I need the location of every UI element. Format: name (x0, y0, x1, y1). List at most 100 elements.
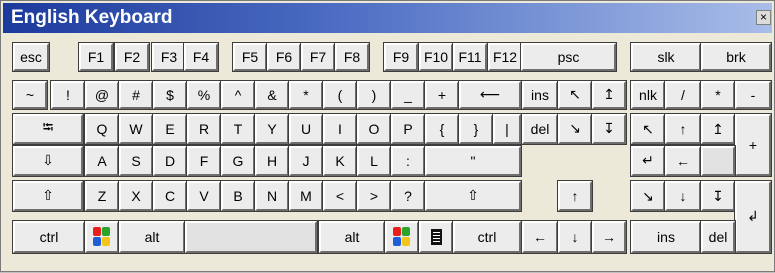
key-num5[interactable] (700, 145, 736, 177)
key-lwin[interactable] (84, 220, 120, 254)
key-up[interactable]: ↑ (557, 180, 593, 212)
key-f[interactable]: F (186, 145, 222, 177)
key-f11[interactable]: F11 (452, 42, 488, 72)
key-f1[interactable]: F1 (78, 42, 114, 72)
key-slk[interactable]: slk (630, 42, 702, 72)
key-u[interactable]: U (288, 113, 324, 145)
key-percent[interactable]: % (186, 80, 222, 110)
key-end[interactable]: ↘ (557, 113, 593, 145)
key-lctrl[interactable]: ctrl (12, 220, 86, 254)
key-plus[interactable]: + (424, 80, 460, 110)
key-f8[interactable]: F8 (334, 42, 370, 72)
key-left[interactable]: ← (521, 220, 559, 254)
key-j[interactable]: J (288, 145, 324, 177)
key-f10[interactable]: F10 (418, 42, 454, 72)
key-num8[interactable]: ↑ (664, 113, 702, 145)
key-num4[interactable]: ← (664, 145, 702, 177)
key-at[interactable]: @ (84, 80, 120, 110)
key-pgdn[interactable]: ↧ (591, 113, 627, 145)
key-f5[interactable]: F5 (232, 42, 268, 72)
key-num-enter[interactable]: ↲ (734, 180, 772, 254)
key-f6[interactable]: F6 (266, 42, 302, 72)
key-t[interactable]: T (220, 113, 256, 145)
key-gt[interactable]: > (356, 180, 392, 212)
key-exclaim[interactable]: ! (50, 80, 86, 110)
key-space[interactable] (184, 220, 318, 254)
key-num-multiply[interactable]: * (700, 80, 736, 110)
key-question[interactable]: ? (390, 180, 426, 212)
key-enter[interactable]: ↵ (630, 145, 666, 177)
key-pipe[interactable]: | (492, 113, 522, 145)
key-lparen[interactable]: ( (322, 80, 358, 110)
key-lalt[interactable]: alt (118, 220, 186, 254)
key-p[interactable]: P (390, 113, 426, 145)
key-caps[interactable]: ⇩ (12, 145, 84, 177)
key-tilde[interactable]: ~ (12, 80, 48, 110)
key-esc[interactable]: esc (12, 42, 50, 72)
key-lshift[interactable]: ⇧ (12, 180, 84, 212)
key-f9[interactable]: F9 (383, 42, 419, 72)
key-backspace[interactable]: ⟵ (458, 80, 522, 110)
key-q[interactable]: Q (84, 113, 120, 145)
key-menu[interactable] (418, 220, 454, 254)
key-lt[interactable]: < (322, 180, 358, 212)
key-num-divide[interactable]: / (664, 80, 702, 110)
key-rwin[interactable] (384, 220, 420, 254)
key-w[interactable]: W (118, 113, 154, 145)
key-o[interactable]: O (356, 113, 392, 145)
key-f3[interactable]: F3 (151, 42, 187, 72)
key-l[interactable]: L (356, 145, 392, 177)
key-x[interactable]: X (118, 180, 154, 212)
key-f7[interactable]: F7 (300, 42, 336, 72)
key-k[interactable]: K (322, 145, 358, 177)
key-num0[interactable]: ins (630, 220, 702, 254)
key-h[interactable]: H (254, 145, 290, 177)
key-num2[interactable]: ↓ (664, 180, 702, 212)
key-rparen[interactable]: ) (356, 80, 392, 110)
key-ins[interactable]: ins (521, 80, 559, 110)
key-num3[interactable]: ↧ (700, 180, 736, 212)
key-g[interactable]: G (220, 145, 256, 177)
key-n[interactable]: N (254, 180, 290, 212)
key-caret[interactable]: ^ (220, 80, 256, 110)
key-num7[interactable]: ↖ (630, 113, 666, 145)
key-r[interactable]: R (186, 113, 222, 145)
key-f12[interactable]: F12 (487, 42, 523, 72)
key-y[interactable]: Y (254, 113, 290, 145)
key-num9[interactable]: ↥ (700, 113, 736, 145)
key-quote[interactable]: " (424, 145, 522, 177)
key-f4[interactable]: F4 (183, 42, 219, 72)
key-dollar[interactable]: $ (152, 80, 188, 110)
key-a[interactable]: A (84, 145, 120, 177)
key-ampersand[interactable]: & (254, 80, 290, 110)
key-home[interactable]: ↖ (557, 80, 593, 110)
key-b[interactable]: B (220, 180, 256, 212)
key-rbrace[interactable]: } (458, 113, 494, 145)
key-m[interactable]: M (288, 180, 324, 212)
key-brk[interactable]: brk (700, 42, 772, 72)
key-num-plus[interactable]: + (734, 113, 772, 177)
key-pgup[interactable]: ↥ (591, 80, 627, 110)
key-underscore[interactable]: _ (390, 80, 426, 110)
key-z[interactable]: Z (84, 180, 120, 212)
key-down[interactable]: ↓ (557, 220, 593, 254)
key-hash[interactable]: # (118, 80, 154, 110)
key-del[interactable]: del (521, 113, 559, 145)
key-num-del[interactable]: del (700, 220, 736, 254)
key-e[interactable]: E (152, 113, 188, 145)
key-rshift[interactable]: ⇧ (424, 180, 522, 212)
key-d[interactable]: D (152, 145, 188, 177)
key-ralt[interactable]: alt (318, 220, 386, 254)
key-num-minus[interactable]: - (734, 80, 772, 110)
key-i[interactable]: I (322, 113, 358, 145)
key-rctrl[interactable]: ctrl (452, 220, 522, 254)
key-colon[interactable]: : (390, 145, 426, 177)
key-nlk[interactable]: nlk (630, 80, 666, 110)
key-f2[interactable]: F2 (114, 42, 150, 72)
key-num1[interactable]: ↘ (630, 180, 666, 212)
key-right[interactable]: → (591, 220, 627, 254)
key-lbrace[interactable]: { (424, 113, 460, 145)
key-tab[interactable]: ⭾ (12, 113, 84, 145)
key-s[interactable]: S (118, 145, 154, 177)
key-v[interactable]: V (186, 180, 222, 212)
